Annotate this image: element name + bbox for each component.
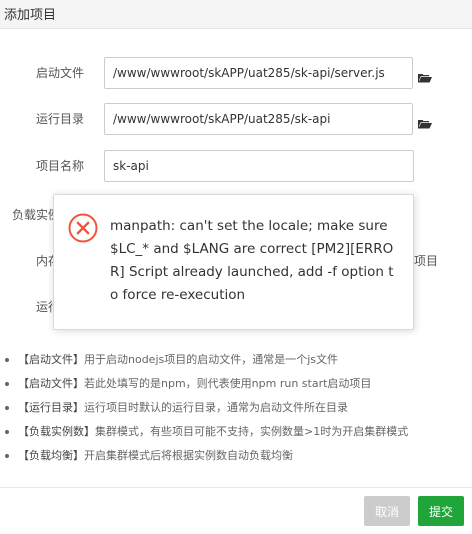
tip-tag: 【运行目录】 xyxy=(18,401,84,414)
help-tip: 【启动文件】若此处填写的是npm，则代表使用npm run start启动项目 xyxy=(0,372,472,396)
folder-open-icon[interactable] xyxy=(418,68,432,83)
dialog-title: 添加项目 xyxy=(4,8,57,23)
tip-text: 开启集群模式后将根据实例数自动负载均衡 xyxy=(84,449,293,462)
help-tip: 【启动文件】用于启动nodejs项目的启动文件，通常是一个js文件 xyxy=(0,348,472,372)
tip-text: 运行项目时默认的运行目录，通常为启动文件所在目录 xyxy=(84,401,348,414)
folder-open-icon[interactable] xyxy=(418,114,432,129)
run-dir-label: 运行目录 xyxy=(36,112,85,126)
submit-button[interactable]: 提交 xyxy=(418,496,464,526)
run-dir-input[interactable] xyxy=(104,103,413,135)
tip-text: 用于启动nodejs项目的启动文件，通常是一个js文件 xyxy=(84,353,339,366)
help-tip: 【负载实例数】集群模式，有些项目可能不支持，实例数量>1时为开启集群模式 xyxy=(0,420,472,444)
project-name-input[interactable] xyxy=(104,150,414,182)
tip-tag: 【负载均衡】 xyxy=(18,449,84,462)
tip-text: 集群模式，有些项目可能不支持，实例数量>1时为开启集群模式 xyxy=(95,425,409,438)
tip-tag: 【启动文件】 xyxy=(18,377,84,390)
dialog-header: 添加项目 xyxy=(0,0,472,29)
start-file-row: 启动文件 xyxy=(0,57,472,89)
tip-tag: 【负载实例数】 xyxy=(18,425,95,438)
help-tip: 【运行目录】运行项目时默认的运行目录，通常为启动文件所在目录 xyxy=(0,396,472,420)
error-circle-x-icon xyxy=(68,213,98,243)
help-tips-list: 【启动文件】用于启动nodejs项目的启动文件，通常是一个js文件 【启动文件】… xyxy=(0,348,472,468)
cancel-button[interactable]: 取消 xyxy=(364,496,410,526)
help-tip: 【负载均衡】开启集群模式后将根据实例数自动负载均衡 xyxy=(0,444,472,468)
start-file-label: 启动文件 xyxy=(36,66,85,80)
error-message: manpath: can't set the locale; make sure… xyxy=(110,218,394,303)
project-name-row: 项目名称 xyxy=(0,150,472,182)
project-suffix-label: 项目 xyxy=(414,254,439,268)
tip-tag: 【启动文件】 xyxy=(18,353,84,366)
project-name-label: 项目名称 xyxy=(36,159,85,173)
error-popup: manpath: can't set the locale; make sure… xyxy=(53,194,414,330)
run-dir-row: 运行目录 xyxy=(0,103,472,135)
start-file-input[interactable] xyxy=(104,57,413,89)
dialog-footer: 取消 提交 xyxy=(0,487,472,534)
tip-text: 若此处填写的是npm，则代表使用npm run start启动项目 xyxy=(84,377,372,390)
